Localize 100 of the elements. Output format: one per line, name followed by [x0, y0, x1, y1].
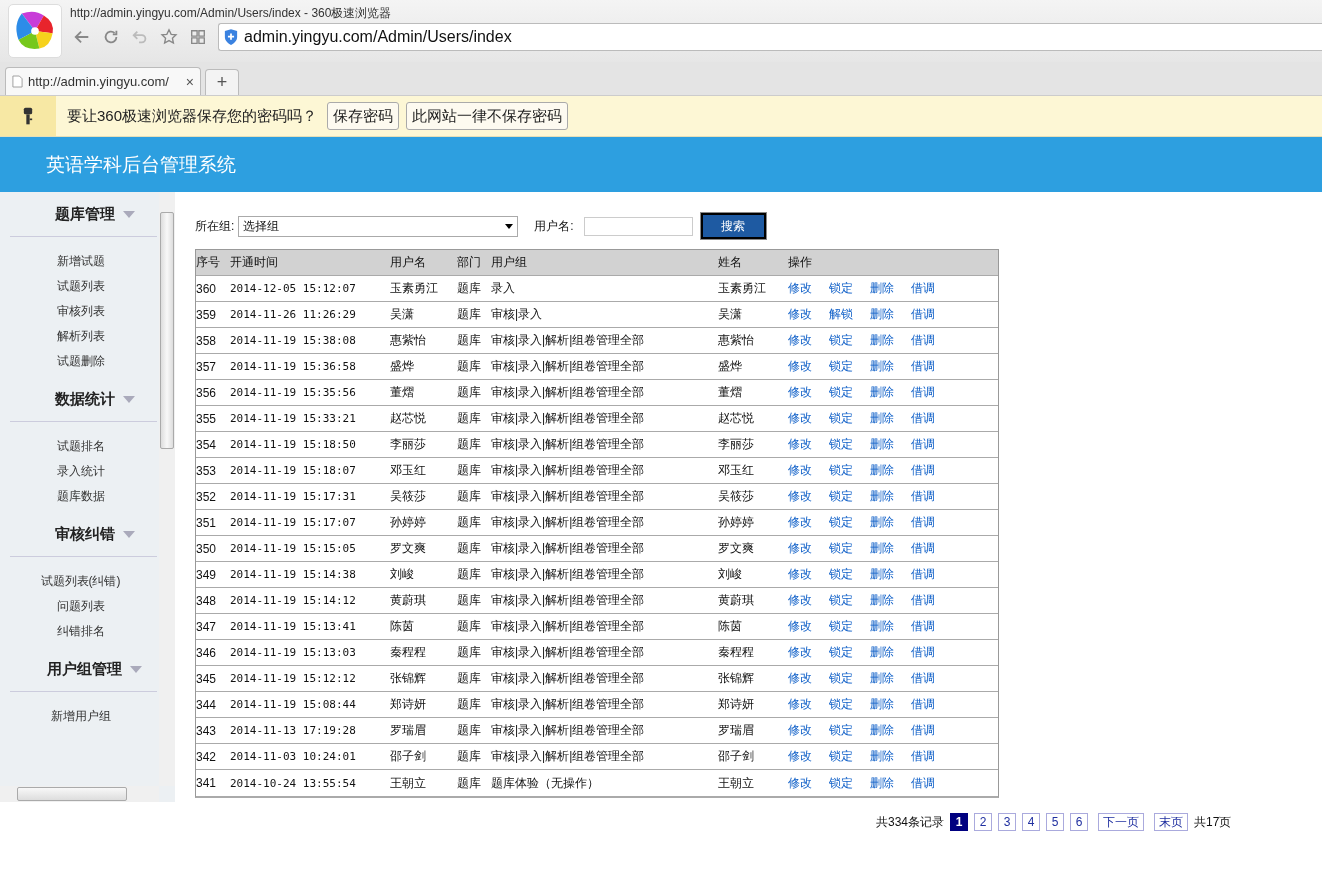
- page-link[interactable]: 1: [950, 813, 969, 831]
- star-icon[interactable]: [160, 28, 178, 46]
- close-tab-button[interactable]: ×: [185, 73, 194, 90]
- action-link[interactable]: 修改: [788, 436, 812, 453]
- new-tab-button[interactable]: +: [205, 69, 239, 95]
- action-link[interactable]: 删除: [870, 306, 894, 323]
- sidebar-item[interactable]: 试题排名: [0, 438, 159, 454]
- action-link[interactable]: 锁定: [829, 488, 853, 505]
- action-link[interactable]: 锁定: [829, 670, 853, 687]
- action-link[interactable]: 锁定: [829, 358, 853, 375]
- action-link[interactable]: 锁定: [829, 462, 853, 479]
- action-link[interactable]: 借调: [911, 384, 935, 401]
- action-link[interactable]: 锁定: [829, 280, 853, 297]
- section-heading[interactable]: 审核纠错: [10, 513, 157, 557]
- action-link[interactable]: 锁定: [829, 332, 853, 349]
- action-link[interactable]: 锁定: [829, 436, 853, 453]
- back-icon[interactable]: [73, 28, 91, 46]
- action-link[interactable]: 删除: [870, 384, 894, 401]
- search-button[interactable]: 搜索: [700, 213, 766, 239]
- sidebar-item[interactable]: 新增用户组: [0, 708, 159, 724]
- sidebar-item[interactable]: 审核列表: [0, 303, 159, 319]
- action-link[interactable]: 锁定: [829, 566, 853, 583]
- action-link[interactable]: 删除: [870, 696, 894, 713]
- action-link[interactable]: 修改: [788, 488, 812, 505]
- sidebar-item[interactable]: 新增试题: [0, 253, 159, 269]
- action-link[interactable]: 修改: [788, 514, 812, 531]
- action-link[interactable]: 借调: [911, 462, 935, 479]
- last-page-link[interactable]: 末页: [1154, 813, 1189, 831]
- action-link[interactable]: 借调: [911, 696, 935, 713]
- action-link[interactable]: 修改: [788, 306, 812, 323]
- action-link[interactable]: 修改: [788, 748, 812, 765]
- action-link[interactable]: 锁定: [829, 540, 853, 557]
- apps-icon[interactable]: [189, 28, 207, 46]
- action-link[interactable]: 删除: [870, 462, 894, 479]
- action-link[interactable]: 修改: [788, 696, 812, 713]
- action-link[interactable]: 借调: [911, 540, 935, 557]
- action-link[interactable]: 借调: [911, 306, 935, 323]
- page-link[interactable]: 5: [1046, 813, 1065, 831]
- action-link[interactable]: 锁定: [829, 410, 853, 427]
- action-link[interactable]: 删除: [870, 670, 894, 687]
- section-heading[interactable]: 用户组管理: [10, 648, 157, 692]
- action-link[interactable]: 借调: [911, 618, 935, 635]
- action-link[interactable]: 修改: [788, 774, 812, 792]
- action-link[interactable]: 修改: [788, 618, 812, 635]
- action-link[interactable]: 删除: [870, 748, 894, 765]
- action-link[interactable]: 借调: [911, 566, 935, 583]
- action-link[interactable]: 删除: [870, 566, 894, 583]
- action-link[interactable]: 修改: [788, 540, 812, 557]
- action-link[interactable]: 借调: [911, 488, 935, 505]
- sidebar-item[interactable]: 纠错排名: [0, 623, 159, 639]
- action-link[interactable]: 删除: [870, 358, 894, 375]
- action-link[interactable]: 锁定: [829, 774, 853, 792]
- action-link[interactable]: 删除: [870, 774, 894, 792]
- action-link[interactable]: 锁定: [829, 384, 853, 401]
- action-link[interactable]: 锁定: [829, 618, 853, 635]
- action-link[interactable]: 删除: [870, 332, 894, 349]
- page-link[interactable]: 4: [1022, 813, 1041, 831]
- address-bar[interactable]: admin.yingyu.com/Admin/Users/index: [218, 23, 1322, 51]
- page-link[interactable]: 2: [974, 813, 993, 831]
- action-link[interactable]: 修改: [788, 332, 812, 349]
- reload-icon[interactable]: [102, 28, 120, 46]
- action-link[interactable]: 修改: [788, 670, 812, 687]
- action-link[interactable]: 解锁: [829, 306, 853, 323]
- action-link[interactable]: 修改: [788, 358, 812, 375]
- action-link[interactable]: 删除: [870, 644, 894, 661]
- sidebar-item[interactable]: 解析列表: [0, 328, 159, 344]
- action-link[interactable]: 借调: [911, 410, 935, 427]
- section-heading[interactable]: 数据统计: [10, 378, 157, 422]
- sidebar-item[interactable]: 题库数据: [0, 488, 159, 504]
- action-link[interactable]: 锁定: [829, 696, 853, 713]
- action-link[interactable]: 借调: [911, 280, 935, 297]
- action-link[interactable]: 锁定: [829, 592, 853, 609]
- action-link[interactable]: 锁定: [829, 644, 853, 661]
- action-link[interactable]: 删除: [870, 540, 894, 557]
- action-link[interactable]: 锁定: [829, 748, 853, 765]
- action-link[interactable]: 删除: [870, 514, 894, 531]
- action-link[interactable]: 删除: [870, 436, 894, 453]
- action-link[interactable]: 删除: [870, 488, 894, 505]
- username-field[interactable]: [583, 216, 693, 236]
- action-link[interactable]: 删除: [870, 410, 894, 427]
- action-link[interactable]: 修改: [788, 384, 812, 401]
- action-link[interactable]: 借调: [911, 644, 935, 661]
- action-link[interactable]: 修改: [788, 592, 812, 609]
- vertical-scrollbar[interactable]: [159, 192, 175, 786]
- undo-icon[interactable]: [131, 28, 149, 46]
- sidebar-item[interactable]: 录入统计: [0, 463, 159, 479]
- page-link[interactable]: 6: [1070, 813, 1089, 831]
- browser-tab[interactable]: http://admin.yingyu.com/ ×: [5, 67, 201, 95]
- sidebar-item[interactable]: 试题删除: [0, 353, 159, 369]
- action-link[interactable]: 修改: [788, 462, 812, 479]
- action-link[interactable]: 修改: [788, 722, 812, 739]
- section-heading[interactable]: 题库管理: [10, 193, 157, 237]
- action-link[interactable]: 锁定: [829, 722, 853, 739]
- sidebar-item[interactable]: 试题列表: [0, 278, 159, 294]
- action-link[interactable]: 借调: [911, 748, 935, 765]
- action-link[interactable]: 借调: [911, 722, 935, 739]
- action-link[interactable]: 借调: [911, 670, 935, 687]
- action-link[interactable]: 借调: [911, 774, 935, 792]
- group-select[interactable]: 选择组: [238, 215, 519, 237]
- action-link[interactable]: 删除: [870, 618, 894, 635]
